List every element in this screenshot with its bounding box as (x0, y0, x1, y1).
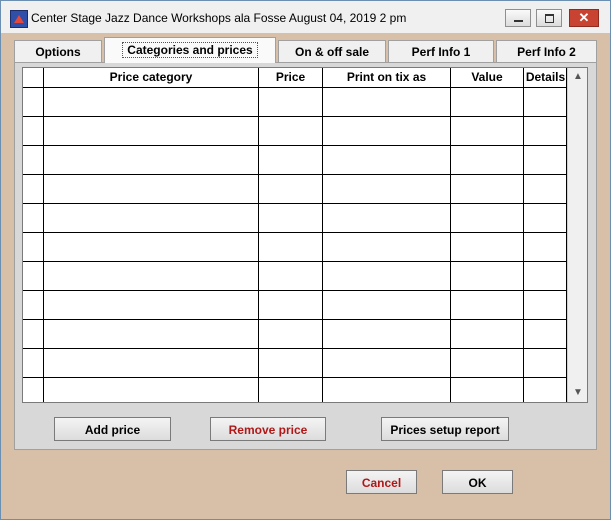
grid-divider (43, 68, 44, 402)
tab-label: Options (35, 45, 81, 59)
grid-row-divider (23, 377, 566, 378)
grid-row-divider (23, 116, 566, 117)
close-button[interactable]: ✕ (569, 9, 599, 27)
tab-label: Categories and prices (122, 42, 258, 58)
tab-on-off-sale[interactable]: On & off sale (278, 40, 386, 62)
grid-row-divider (23, 290, 566, 291)
column-header-selector (23, 68, 44, 87)
ok-button[interactable]: OK (442, 470, 513, 494)
title-bar[interactable]: Center Stage Jazz Dance Workshops ala Fo… (1, 1, 610, 33)
add-price-button[interactable]: Add price (54, 417, 171, 441)
tab-options[interactable]: Options (14, 40, 102, 62)
tab-categories-and-prices[interactable]: Categories and prices (104, 37, 276, 63)
column-header-print-on-tix-as[interactable]: Print on tix as (323, 68, 451, 87)
grid-row-divider (23, 348, 566, 349)
grid-divider (322, 68, 323, 402)
tab-perf-info-1[interactable]: Perf Info 1 (388, 40, 494, 62)
remove-price-button[interactable]: Remove price (210, 417, 326, 441)
grid-row-divider (23, 174, 566, 175)
maximize-button[interactable] (536, 9, 562, 27)
tab-perf-info-2[interactable]: Perf Info 2 (496, 40, 597, 62)
price-grid[interactable]: Price category Price Print on tix as Val… (22, 67, 588, 403)
column-header-value[interactable]: Value (451, 68, 524, 87)
grid-row-divider (23, 232, 566, 233)
grid-row-divider (23, 87, 566, 88)
tab-label: Perf Info 1 (411, 45, 471, 59)
app-logo-icon (10, 10, 28, 28)
column-header-price[interactable]: Price (259, 68, 323, 87)
grid-row-divider (23, 145, 566, 146)
grid-row-divider (23, 319, 566, 320)
scroll-down-icon[interactable]: ▼ (568, 384, 587, 402)
column-header-price-category[interactable]: Price category (44, 68, 259, 87)
tab-label: On & off sale (294, 45, 369, 59)
grid-divider (258, 68, 259, 402)
minimize-button[interactable] (505, 9, 531, 27)
grid-scrollbar[interactable]: ▲ ▼ (567, 68, 587, 402)
prices-setup-report-button[interactable]: Prices setup report (381, 417, 509, 441)
column-header-details[interactable]: Details (524, 68, 567, 87)
grid-row-divider (23, 261, 566, 262)
scroll-up-icon[interactable]: ▲ (568, 68, 587, 86)
window-title: Center Stage Jazz Dance Workshops ala Fo… (31, 11, 407, 25)
tab-label: Perf Info 2 (517, 45, 576, 59)
grid-row-divider (23, 203, 566, 204)
cancel-button[interactable]: Cancel (346, 470, 417, 494)
grid-divider (450, 68, 451, 402)
grid-divider (523, 68, 524, 402)
app-window: Center Stage Jazz Dance Workshops ala Fo… (0, 0, 611, 520)
